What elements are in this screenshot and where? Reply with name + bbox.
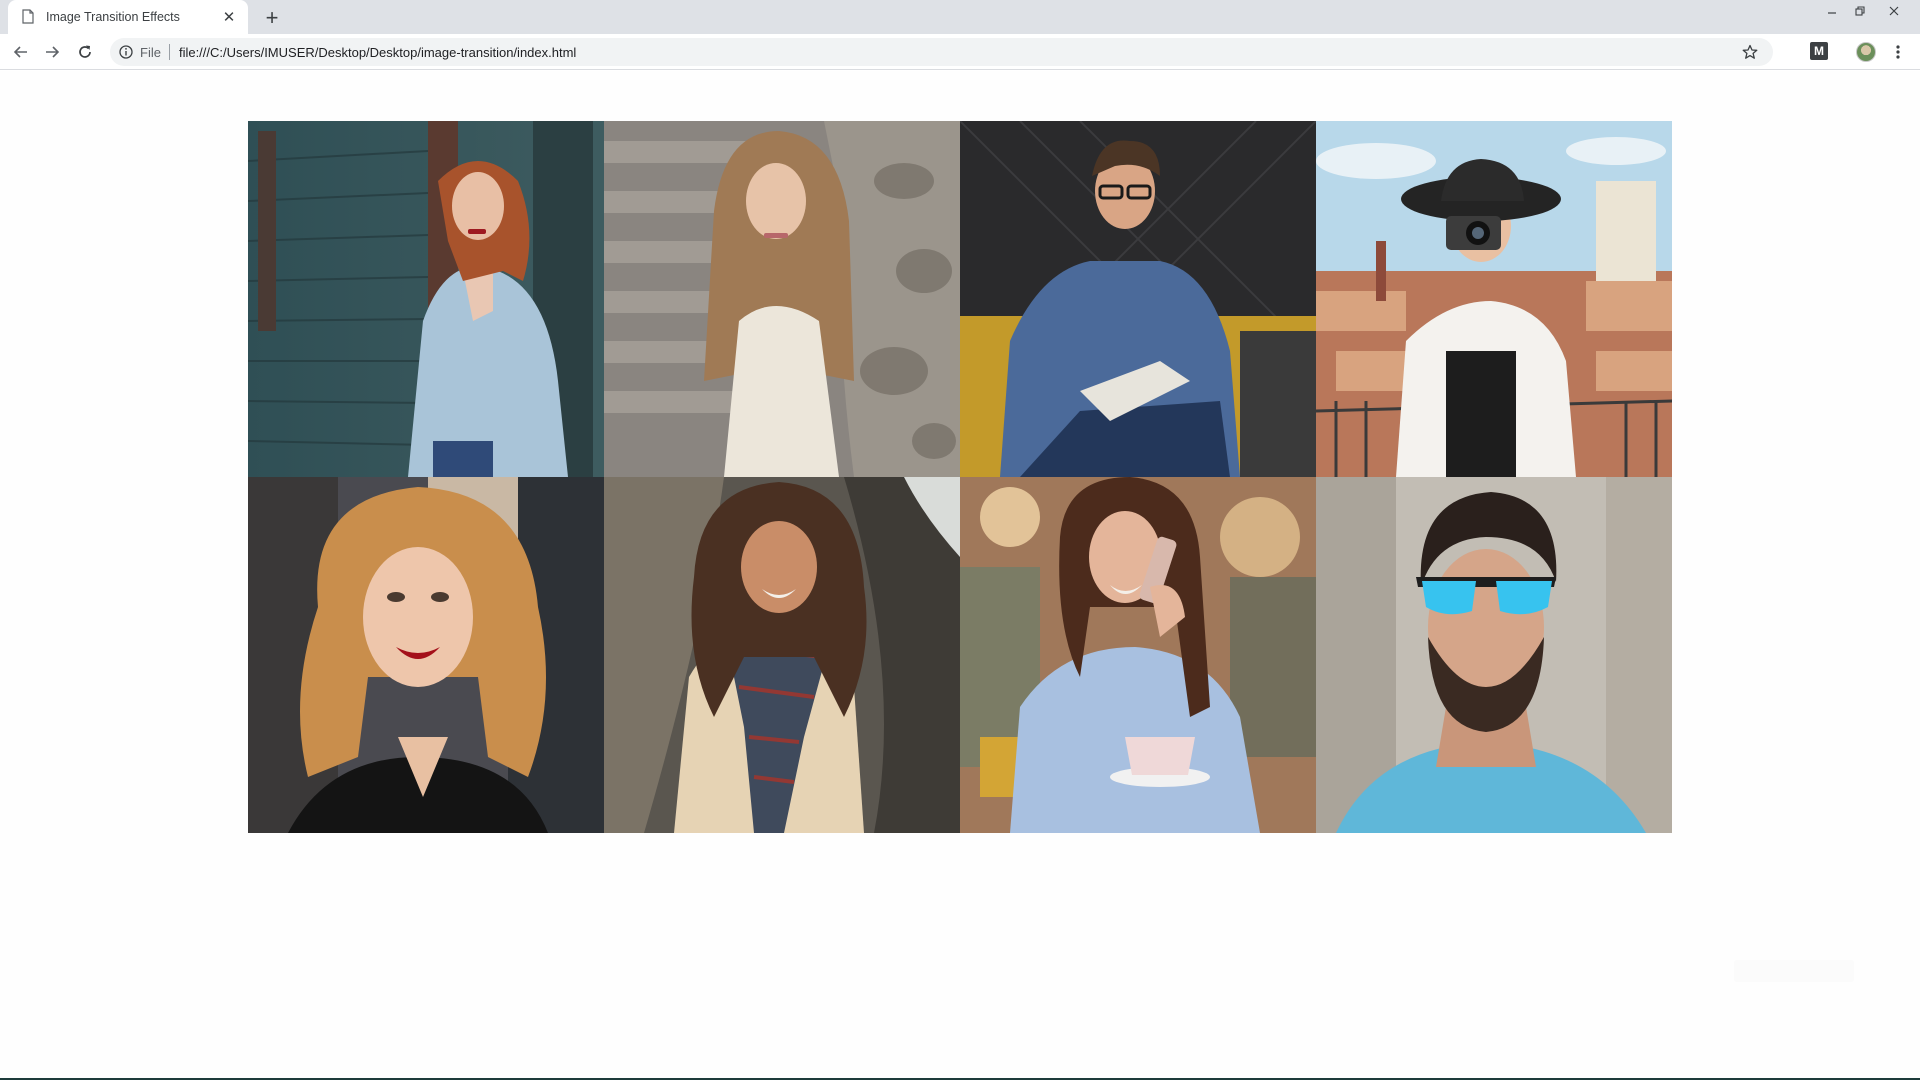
tab-close-icon[interactable]: ✕ [220, 8, 238, 26]
photo-woman-phone-coffee[interactable] [960, 477, 1316, 833]
tab-title: Image Transition Effects [46, 10, 180, 24]
faint-overlay-label [1734, 960, 1854, 982]
tab-image-transition[interactable]: Image Transition Effects ✕ [8, 0, 248, 34]
image-gallery [248, 121, 1672, 833]
document-icon [22, 9, 36, 25]
reload-icon [79, 45, 91, 58]
info-icon[interactable] [118, 44, 134, 60]
back-button[interactable] [9, 40, 33, 64]
minimize-window-button[interactable] [1818, 0, 1846, 22]
reload-button[interactable] [73, 40, 97, 64]
photo-woman-denim-jacket[interactable] [248, 121, 604, 477]
page-viewport [0, 71, 1920, 1078]
photo-woman-curly-hair[interactable] [248, 477, 604, 833]
url-text[interactable]: file:///C:/Users/IMUSER/Desktop/Desktop/… [179, 45, 576, 60]
forward-button[interactable] [40, 40, 64, 64]
extension-icon[interactable]: M [1810, 42, 1828, 60]
photo-woman-plaid-scarf[interactable] [604, 477, 960, 833]
browser-toolbar: File file:///C:/Users/IMUSER/Desktop/Des… [0, 34, 1920, 70]
new-tab-button[interactable]: + [260, 6, 284, 30]
restore-window-button[interactable] [1846, 0, 1874, 22]
photo-woman-hat-camera[interactable] [1316, 121, 1672, 477]
photo-man-glasses-notebook[interactable] [960, 121, 1316, 477]
browser-menu-icon[interactable] [1888, 42, 1908, 62]
bookmark-star-icon[interactable] [1741, 43, 1759, 61]
photo-man-blue-sunglasses[interactable] [1316, 477, 1672, 833]
close-window-button[interactable] [1880, 0, 1908, 22]
back-arrow-icon [13, 46, 27, 58]
photo-woman-white-dress[interactable] [604, 121, 960, 477]
address-bar[interactable]: File file:///C:/Users/IMUSER/Desktop/Des… [110, 38, 1773, 66]
tab-strip: Image Transition Effects ✕ + [0, 0, 1920, 34]
omnibox-separator [168, 44, 170, 60]
scheme-label: File [140, 44, 161, 60]
profile-avatar[interactable] [1856, 42, 1876, 62]
forward-arrow-icon [46, 46, 60, 58]
